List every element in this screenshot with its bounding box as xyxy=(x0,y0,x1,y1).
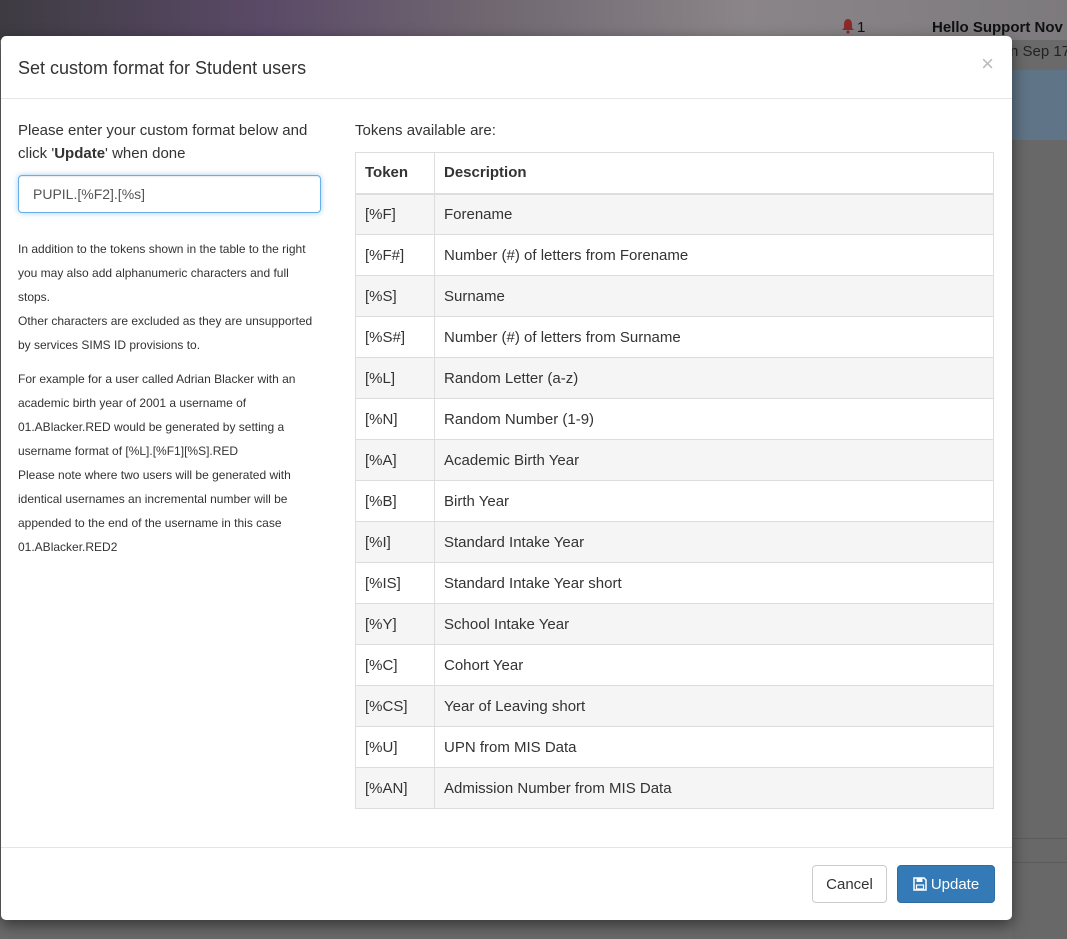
description-cell: Standard Intake Year xyxy=(434,521,994,563)
help-example: For example for a user called Adrian Bla… xyxy=(18,372,296,458)
table-row: [%CS] Year of Leaving short xyxy=(355,685,994,727)
token-cell: [%U] xyxy=(355,726,435,768)
close-icon[interactable]: × xyxy=(981,52,994,76)
format-help-text: In addition to the tokens shown in the t… xyxy=(18,237,323,559)
table-row: [%B] Birth Year xyxy=(355,480,994,522)
table-row: [%F] Forename xyxy=(355,193,994,235)
tokens-label: Tokens available are: xyxy=(355,122,496,139)
description-cell: Number (#) of letters from Surname xyxy=(434,316,994,358)
description-cell: Forename xyxy=(434,193,994,235)
user-greeting: Hello Support Nov xyxy=(932,19,1063,36)
prompt-text-end: ' when done xyxy=(105,145,186,162)
update-button-label: Update xyxy=(930,875,980,893)
background-divider xyxy=(1012,862,1067,863)
description-cell: Admission Number from MIS Data xyxy=(434,767,994,809)
token-cell: [%B] xyxy=(355,480,435,522)
tokens-table: Token Description [%F] Forename [%F#] Numb… xyxy=(355,152,994,809)
custom-format-input[interactable] xyxy=(18,175,321,213)
description-cell: Cohort Year xyxy=(434,644,994,686)
help-allowed-characters: In addition to the tokens shown in the t… xyxy=(18,242,306,304)
table-row: [%C] Cohort Year xyxy=(355,644,994,686)
last-login-date: n Sep 17 xyxy=(1010,43,1067,60)
floppy-disk-icon xyxy=(913,877,927,891)
token-cell: [%CS] xyxy=(355,685,435,727)
dialog-footer: Cancel Update xyxy=(1,847,1012,920)
table-row: [%U] UPN from MIS Data xyxy=(355,726,994,768)
table-row: [%S#] Number (#) of letters from Surname xyxy=(355,316,994,358)
table-row: [%F#] Number (#) of letters from Forename xyxy=(355,234,994,276)
table-row: [%IS] Standard Intake Year short xyxy=(355,562,994,604)
token-cell: [%N] xyxy=(355,398,435,440)
token-cell: [%C] xyxy=(355,644,435,686)
description-cell: Random Number (1-9) xyxy=(434,398,994,440)
help-duplicate-note: Please note where two users will be gene… xyxy=(18,468,291,554)
table-row: [%L] Random Letter (a-z) xyxy=(355,357,994,399)
token-cell: [%S#] xyxy=(355,316,435,358)
token-column-header: Token xyxy=(355,152,435,195)
background-panel xyxy=(1012,140,1067,939)
description-cell: Birth Year xyxy=(434,480,994,522)
bell-icon[interactable] xyxy=(841,18,857,36)
token-cell: [%AN] xyxy=(355,767,435,809)
table-row: [%Y] School Intake Year xyxy=(355,603,994,645)
dialog-header: Set custom format for Student users × xyxy=(1,36,1012,99)
table-row: [%S] Surname xyxy=(355,275,994,317)
token-cell: [%S] xyxy=(355,275,435,317)
description-cell: Random Letter (a-z) xyxy=(434,357,994,399)
cancel-button[interactable]: Cancel xyxy=(812,865,887,903)
dialog-body: Please enter your custom format below an… xyxy=(1,99,1012,847)
description-cell: Year of Leaving short xyxy=(434,685,994,727)
custom-format-dialog: Set custom format for Student users × Pl… xyxy=(1,36,1012,920)
format-entry-panel: Please enter your custom format below an… xyxy=(18,119,323,559)
table-row: [%A] Academic Birth Year xyxy=(355,439,994,481)
tokens-panel: Tokens available are: Token Description … xyxy=(355,119,994,809)
table-row: [%AN] Admission Number from MIS Data xyxy=(355,767,994,809)
token-cell: [%I] xyxy=(355,521,435,563)
token-cell: [%L] xyxy=(355,357,435,399)
table-header-row: Token Description xyxy=(355,152,994,195)
prompt-update-keyword: Update xyxy=(54,145,106,162)
token-cell: [%Y] xyxy=(355,603,435,645)
format-prompt: Please enter your custom format below an… xyxy=(18,119,323,165)
background-app-header xyxy=(0,0,1067,40)
description-column-header: Description xyxy=(434,152,994,195)
table-row: [%N] Random Number (1-9) xyxy=(355,398,994,440)
description-cell: Number (#) of letters from Forename xyxy=(434,234,994,276)
notification-count: 1 xyxy=(857,19,866,36)
dialog-title: Set custom format for Student users xyxy=(18,58,307,78)
token-cell: [%F] xyxy=(355,193,435,235)
background-divider xyxy=(1012,838,1067,839)
description-cell: Standard Intake Year short xyxy=(434,562,994,604)
token-cell: [%A] xyxy=(355,439,435,481)
description-cell: School Intake Year xyxy=(434,603,994,645)
description-cell: Surname xyxy=(434,275,994,317)
description-cell: Academic Birth Year xyxy=(434,439,994,481)
token-cell: [%IS] xyxy=(355,562,435,604)
background-banner xyxy=(1012,70,1067,140)
update-button[interactable]: Update xyxy=(897,865,995,903)
cancel-button-label: Cancel xyxy=(826,875,873,893)
bell-icon-svg xyxy=(842,19,854,34)
help-excluded-characters: Other characters are excluded as they ar… xyxy=(18,314,313,352)
token-cell: [%F#] xyxy=(355,234,435,276)
table-row: [%I] Standard Intake Year xyxy=(355,521,994,563)
description-cell: UPN from MIS Data xyxy=(434,726,994,768)
